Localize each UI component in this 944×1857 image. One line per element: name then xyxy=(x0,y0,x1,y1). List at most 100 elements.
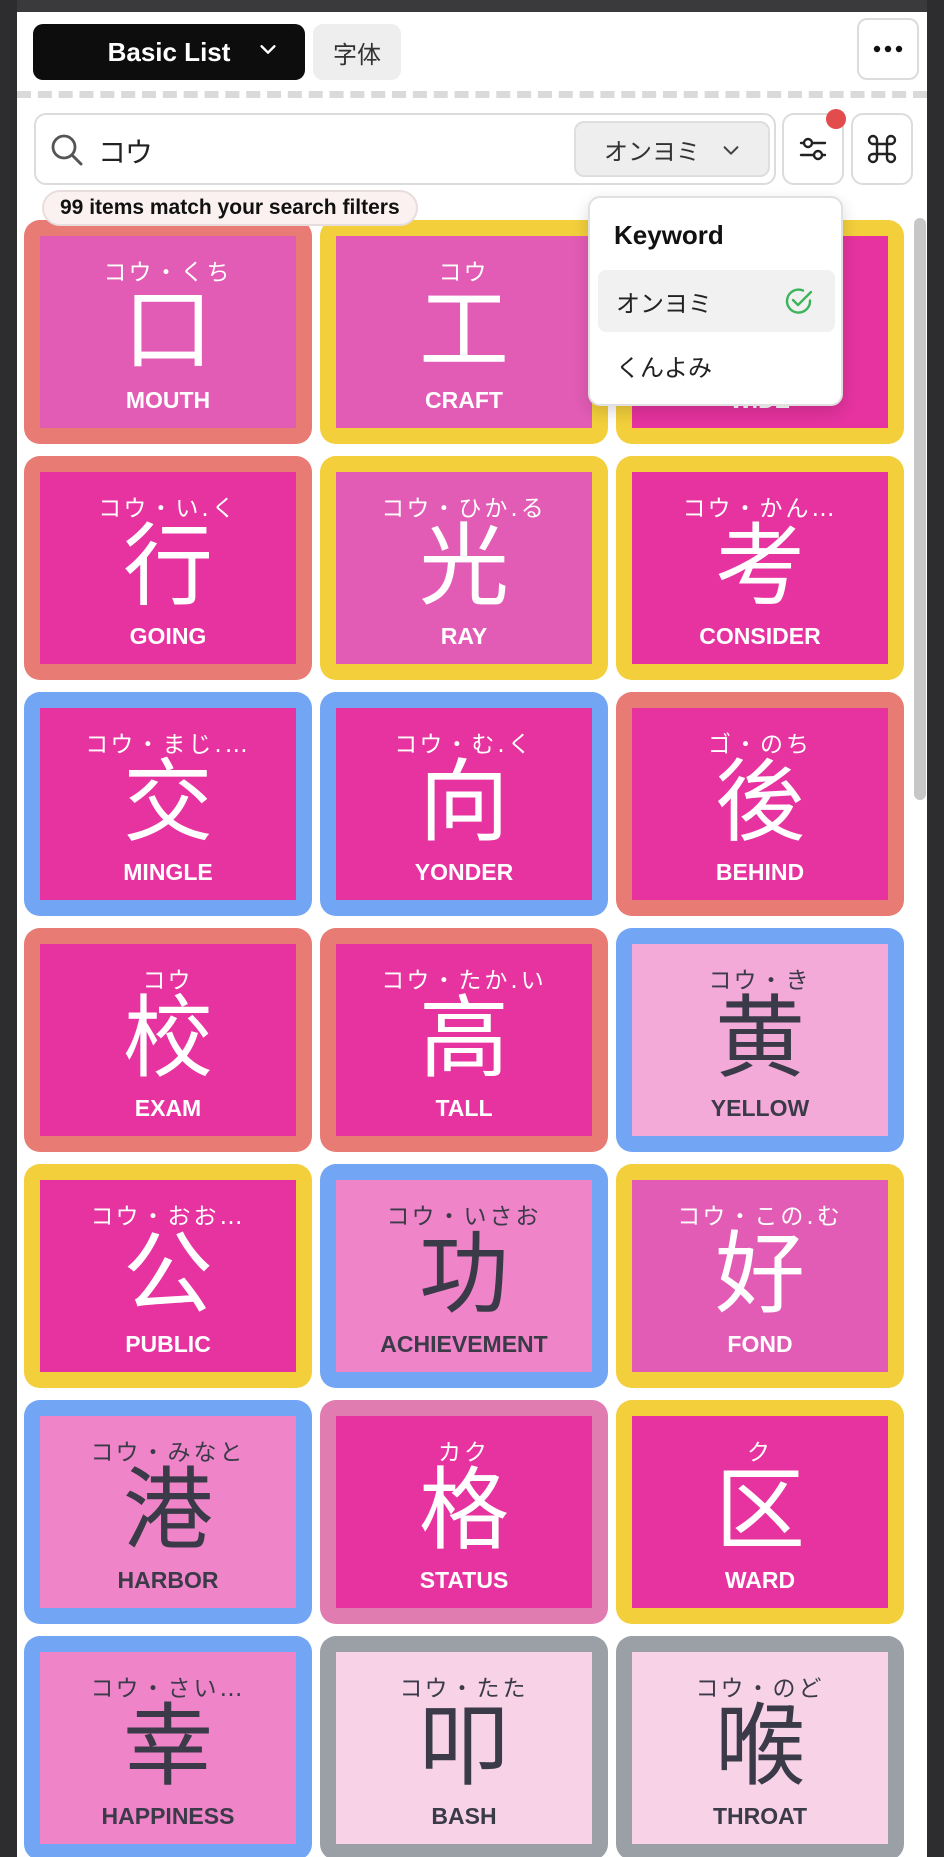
kanji-character: 後 xyxy=(715,750,805,855)
search-bar[interactable]: コウ オンヨミ xyxy=(34,113,776,185)
kanji-character: 格 xyxy=(419,1458,509,1563)
kanji-reading: コウ・みなと xyxy=(90,1440,246,1466)
kanji-character: 区 xyxy=(715,1458,805,1563)
kanji-character: 港 xyxy=(123,1458,213,1563)
dropdown-title: Keyword xyxy=(614,220,724,250)
command-button[interactable] xyxy=(851,113,913,185)
kanji-character: 高 xyxy=(419,986,509,1091)
filter-notification-dot xyxy=(826,109,846,129)
list-selector-label: Basic List xyxy=(107,36,231,67)
kanji-card[interactable]: コウ・かん… 考 CONSIDER xyxy=(616,456,904,680)
kanji-reading: コウ xyxy=(142,968,194,994)
kanji-card[interactable]: コウ・ひか.る光 RAY xyxy=(320,456,608,680)
option-label: オンヨミ xyxy=(616,289,712,318)
kanji-reading: コウ・かん… xyxy=(682,496,838,522)
kanji-card[interactable]: コウ・まじ.… 交 MINGLE xyxy=(24,692,312,916)
kanji-meaning: YONDER xyxy=(414,859,514,885)
kanji-meaning: GOING xyxy=(129,623,207,649)
font-toggle-button[interactable]: 字体 xyxy=(313,24,401,80)
kanji-reading: コウ・おお… xyxy=(90,1204,246,1230)
list-selector-button[interactable]: Basic List xyxy=(33,24,305,80)
kanji-meaning: STATUS xyxy=(419,1567,509,1593)
kanji-card[interactable]: コウ・おお… 公 PUBLIC xyxy=(24,1164,312,1388)
kanji-reading: コウ・この.む xyxy=(677,1204,843,1230)
kanji-card-face: コウ・き黄 YELLOW xyxy=(632,944,888,1136)
kanji-meaning: MOUTH xyxy=(125,387,211,413)
kanji-character: 考 xyxy=(715,514,805,619)
chevron-down-icon xyxy=(723,146,739,155)
kanji-card-face: コウ・たか.い高 TALL xyxy=(336,944,592,1136)
kanji-card[interactable]: コウ・む.く向 YONDER xyxy=(320,692,608,916)
kanji-card[interactable]: ゴ・のち後 BEHIND xyxy=(616,692,904,916)
kanji-meaning: THROAT xyxy=(712,1803,808,1829)
reading-type-select[interactable]: オンヨミ xyxy=(574,121,770,177)
keyword-dropdown: Keyword オンヨミ くんよみ xyxy=(588,196,843,406)
kanji-card-face: コウ・ひか.る光 RAY xyxy=(336,472,592,664)
top-bar: Basic List 字体 xyxy=(17,12,927,104)
kanji-reading: コウ・む.く xyxy=(394,732,534,758)
kanji-card-face: カク格 STATUS xyxy=(336,1416,592,1608)
kanji-card-face: コウ・たた叩 BASH xyxy=(336,1652,592,1844)
kanji-card-face: コウ・む.く向 YONDER xyxy=(336,708,592,900)
kanji-card[interactable]: コウ工 CRAFT xyxy=(320,220,608,444)
dropdown-option-kunyomi[interactable]: くんよみ xyxy=(598,334,835,396)
kanji-character: 黄 xyxy=(715,986,805,1091)
kanji-character: 喉 xyxy=(715,1694,805,1799)
kanji-card[interactable]: コウ校 EXAM xyxy=(24,928,312,1152)
kanji-card[interactable]: コウ・たた叩 BASH xyxy=(320,1636,608,1857)
more-horizontal-icon xyxy=(873,45,903,53)
kanji-meaning: RAY xyxy=(440,623,488,649)
kanji-character: 校 xyxy=(123,986,213,1091)
kanji-meaning: HARBOR xyxy=(117,1567,219,1593)
kanji-reading: コウ・いさお xyxy=(386,1204,542,1230)
kanji-meaning: ACHIEVEMENT xyxy=(380,1331,548,1357)
kanji-reading: コウ・まじ.… xyxy=(85,732,251,758)
dropdown-option-onyomi[interactable]: オンヨミ xyxy=(598,270,835,332)
kanji-card-face: コウ・い.く行 GOING xyxy=(40,472,296,664)
scrollbar[interactable] xyxy=(914,218,926,800)
kanji-meaning: BASH xyxy=(431,1803,497,1829)
kanji-meaning: CONSIDER xyxy=(699,623,821,649)
kanji-reading: コウ xyxy=(438,260,490,286)
kanji-card[interactable]: コウ・たか.い高 TALL xyxy=(320,928,608,1152)
kanji-card[interactable]: コウ・みなと港 HARBOR xyxy=(24,1400,312,1624)
kanji-card[interactable]: コウ・のど喉 THROAT xyxy=(616,1636,904,1857)
command-icon xyxy=(867,134,897,164)
kanji-card-face: コウ・おお… 公 PUBLIC xyxy=(40,1180,296,1372)
match-count-badge: 99 items match your search filters xyxy=(42,190,418,226)
kanji-reading: コウ・のど xyxy=(695,1676,825,1702)
more-options-button[interactable] xyxy=(857,18,919,80)
kanji-card[interactable]: コウ・この.む好 FOND xyxy=(616,1164,904,1388)
kanji-card-face: ゴ・のち後 BEHIND xyxy=(632,708,888,900)
kanji-meaning: TALL xyxy=(435,1095,493,1121)
kanji-character: 口 xyxy=(123,278,213,383)
kanji-character: 好 xyxy=(715,1222,805,1327)
kanji-card[interactable]: ク区 WARD xyxy=(616,1400,904,1624)
kanji-meaning: MINGLE xyxy=(123,859,213,885)
kanji-card[interactable]: コウ・い.く行 GOING xyxy=(24,456,312,680)
kanji-card-face: コウ工 CRAFT xyxy=(336,236,592,428)
kanji-character: 行 xyxy=(123,514,213,619)
kanji-meaning: PUBLIC xyxy=(125,1331,211,1357)
kanji-card[interactable]: コウ・き黄 YELLOW xyxy=(616,928,904,1152)
kanji-card[interactable]: コウ・いさお功 ACHIEVEMENT xyxy=(320,1164,608,1388)
kanji-meaning: CRAFT xyxy=(425,387,503,413)
divider xyxy=(17,91,927,98)
kanji-reading: コウ・たた xyxy=(399,1676,529,1702)
kanji-card-face: コウ・さい… 幸 HAPPINESS xyxy=(40,1652,296,1844)
kanji-card[interactable]: コウ・さい… 幸 HAPPINESS xyxy=(24,1636,312,1857)
kanji-character: 工 xyxy=(419,278,509,383)
kanji-character: 向 xyxy=(419,750,509,855)
kanji-meaning: BEHIND xyxy=(715,859,805,885)
kanji-card[interactable]: コウ・くち口 MOUTH xyxy=(24,220,312,444)
search-input[interactable]: コウ xyxy=(98,131,153,171)
kanji-character: 交 xyxy=(123,750,213,855)
kanji-meaning: WARD xyxy=(724,1567,796,1593)
kanji-card[interactable]: カク格 STATUS xyxy=(320,1400,608,1624)
kanji-reading: コウ・ひか.る xyxy=(381,496,547,522)
check-circle-icon xyxy=(785,288,813,314)
kanji-card-face: コウ校 EXAM xyxy=(40,944,296,1136)
kanji-meaning: FOND xyxy=(727,1331,793,1357)
app-window: Basic List 字体 コウ オンヨミ 99 items match you… xyxy=(17,0,927,1857)
font-toggle-label: 字体 xyxy=(333,40,381,69)
